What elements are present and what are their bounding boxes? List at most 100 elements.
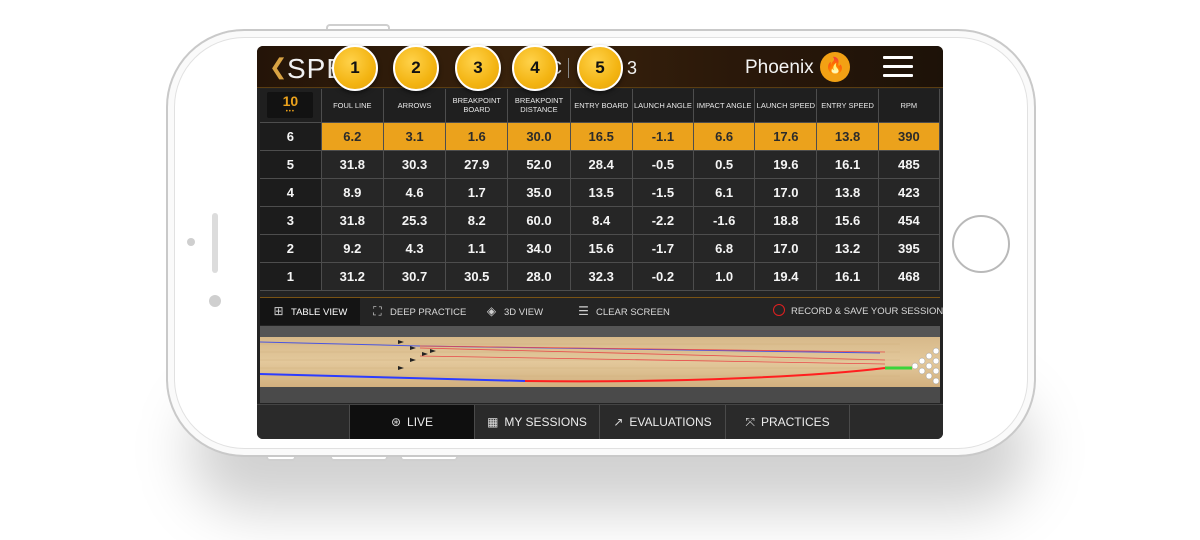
table-cell: 4.6: [383, 178, 447, 207]
game-number-badge[interactable]: 10 •••: [260, 89, 322, 123]
table-cell: 30.0: [507, 122, 571, 151]
table-row[interactable]: 2 9.2 4.3 1.1 34.0 15.6 -1.7 6.8 17.0 13.2 395: [260, 234, 941, 263]
table-cell: 13.8: [816, 122, 879, 151]
table-cell: -1.7: [632, 234, 695, 263]
app-screen: ❮ SPE C E 3 Phoenix 🔥 10 ••• FOUL LINE: [257, 46, 943, 439]
table-cell: 30.5: [445, 262, 509, 291]
lane-bottom-gutter: [260, 387, 940, 403]
lane-view: [260, 326, 940, 403]
record-session-button[interactable]: RECORD & SAVE YOUR SESSION: [773, 298, 943, 325]
frame-icon: ⛶: [373, 304, 382, 318]
table-cell: 31.8: [321, 150, 384, 179]
table-cell: 17.0: [754, 234, 818, 263]
table-cell: 8.2: [445, 206, 509, 235]
frame-number-cell: 1: [260, 262, 322, 291]
hamburger-menu-icon[interactable]: [883, 55, 915, 79]
callout-badge: 3: [455, 45, 501, 91]
deep-practice-button[interactable]: ⛶ DEEP PRACTICE: [371, 298, 466, 325]
practice-drill-icon: ⤧: [745, 415, 755, 429]
table-cell: 31.8: [321, 206, 384, 235]
table-cell: -1.1: [632, 122, 695, 151]
callout-badge: 5: [577, 45, 623, 91]
table-cell: 17.6: [754, 122, 818, 151]
table-row[interactable]: 4 8.9 4.6 1.7 35.0 13.5 -1.5 6.1 17.0 13.8 423: [260, 178, 941, 207]
phone-home-button[interactable]: [952, 215, 1010, 273]
callout-badge: 1: [332, 45, 378, 91]
table-cell: 15.6: [816, 206, 879, 235]
table-row[interactable]: 5 31.8 30.3 27.9 52.0 28.4 -0.5 0.5 19.6 16.1 485: [260, 150, 941, 179]
table-cell: 52.0: [507, 150, 571, 179]
column-header: LAUNCH SPEED: [754, 89, 818, 123]
clear-screen-button[interactable]: ☰ CLEAR SCREEN: [577, 298, 670, 325]
nav-my-sessions[interactable]: ▦ MY SESSIONS: [474, 405, 599, 439]
column-header: FOUL LINE: [321, 89, 384, 123]
frame-number-cell: 6: [260, 122, 322, 151]
frame-number-cell: 5: [260, 150, 322, 179]
table-cell: 35.0: [507, 178, 571, 207]
clear-list-icon: ☰: [578, 304, 589, 318]
table-cell: 31.2: [321, 262, 384, 291]
table-cell: 1.0: [693, 262, 756, 291]
table-cell: 16.1: [816, 262, 879, 291]
column-header: IMPACT ANGLE: [693, 89, 756, 123]
table-cell: 1.6: [445, 122, 509, 151]
table-cell: -1.6: [693, 206, 756, 235]
callout-badge: 4: [512, 45, 558, 91]
cube-icon: ◈: [486, 304, 497, 318]
nav-evaluations[interactable]: ↗ EVALUATIONS: [599, 405, 725, 439]
table-cell: 1.1: [445, 234, 509, 263]
nav-live[interactable]: ⊛ LIVE: [349, 405, 474, 439]
table-cell: -2.2: [632, 206, 695, 235]
frame-number-cell: 4: [260, 178, 322, 207]
table-cell: -0.5: [632, 150, 695, 179]
callout-badge: 2: [393, 45, 439, 91]
table-cell: 30.3: [383, 150, 447, 179]
phone-speaker: [212, 213, 218, 273]
table-cell: 25.3: [383, 206, 447, 235]
table-cell: -0.2: [632, 262, 695, 291]
column-header: BREAKPOINT DISTANCE: [507, 89, 571, 123]
table-cell: 390: [878, 122, 941, 151]
table-cell: 15.6: [570, 234, 633, 263]
nav-practices[interactable]: ⤧ PRACTICES: [725, 405, 850, 439]
brand-wing-icon: ❮: [269, 54, 288, 79]
table-header-row: 10 ••• FOUL LINE ARROWS BREAKPOINT BOARD…: [260, 89, 941, 123]
table-view-button[interactable]: ⊞ TABLE VIEW: [260, 298, 360, 325]
phone-camera: [209, 295, 221, 307]
table-cell: 28.4: [570, 150, 633, 179]
table-cell: 13.5: [570, 178, 633, 207]
table-cell: 60.0: [507, 206, 571, 235]
shot-data-table: 10 ••• FOUL LINE ARROWS BREAKPOINT BOARD…: [260, 89, 941, 291]
3d-view-button[interactable]: ◈ 3D VIEW: [485, 298, 543, 325]
column-header: LAUNCH ANGLE: [632, 89, 695, 123]
phoenix-avatar-icon[interactable]: 🔥: [820, 52, 850, 82]
table-cell: 27.9: [445, 150, 509, 179]
table-cell: 34.0: [507, 234, 571, 263]
trend-chart-icon: ↗: [613, 415, 624, 429]
table-cell: 6.6: [693, 122, 756, 151]
table-cell: 454: [878, 206, 941, 235]
table-cell: 3.1: [383, 122, 447, 151]
table-cell: 19.4: [754, 262, 818, 291]
table-cell: 6.8: [693, 234, 756, 263]
table-cell: 485: [878, 150, 941, 179]
user-name[interactable]: Phoenix: [745, 57, 814, 79]
header-divider: [568, 58, 569, 78]
column-header: BREAKPOINT BOARD: [445, 89, 509, 123]
frame-number-cell: 2: [260, 234, 322, 263]
table-row[interactable]: 6 6.2 3.1 1.6 30.0 16.5 -1.1 6.6 17.6 13.8 390: [260, 122, 941, 151]
grid-icon: ⊞: [273, 304, 284, 318]
frame-number-cell: 3: [260, 206, 322, 235]
table-row[interactable]: 1 31.2 30.7 30.5 28.0 32.3 -0.2 1.0 19.4 16.1 468: [260, 262, 941, 291]
table-cell: -1.5: [632, 178, 695, 207]
table-row[interactable]: 3 31.8 25.3 8.2 60.0 8.4 -2.2 -1.6 18.8 15.6 454: [260, 206, 941, 235]
table-cell: 468: [878, 262, 941, 291]
calendar-icon: ▦: [487, 415, 499, 429]
table-cell: 32.3: [570, 262, 633, 291]
table-cell: 13.2: [816, 234, 879, 263]
table-cell: 8.4: [570, 206, 633, 235]
table-cell: 16.1: [816, 150, 879, 179]
table-cell: 28.0: [507, 262, 571, 291]
table-cell: 9.2: [321, 234, 384, 263]
record-icon: [773, 304, 785, 317]
